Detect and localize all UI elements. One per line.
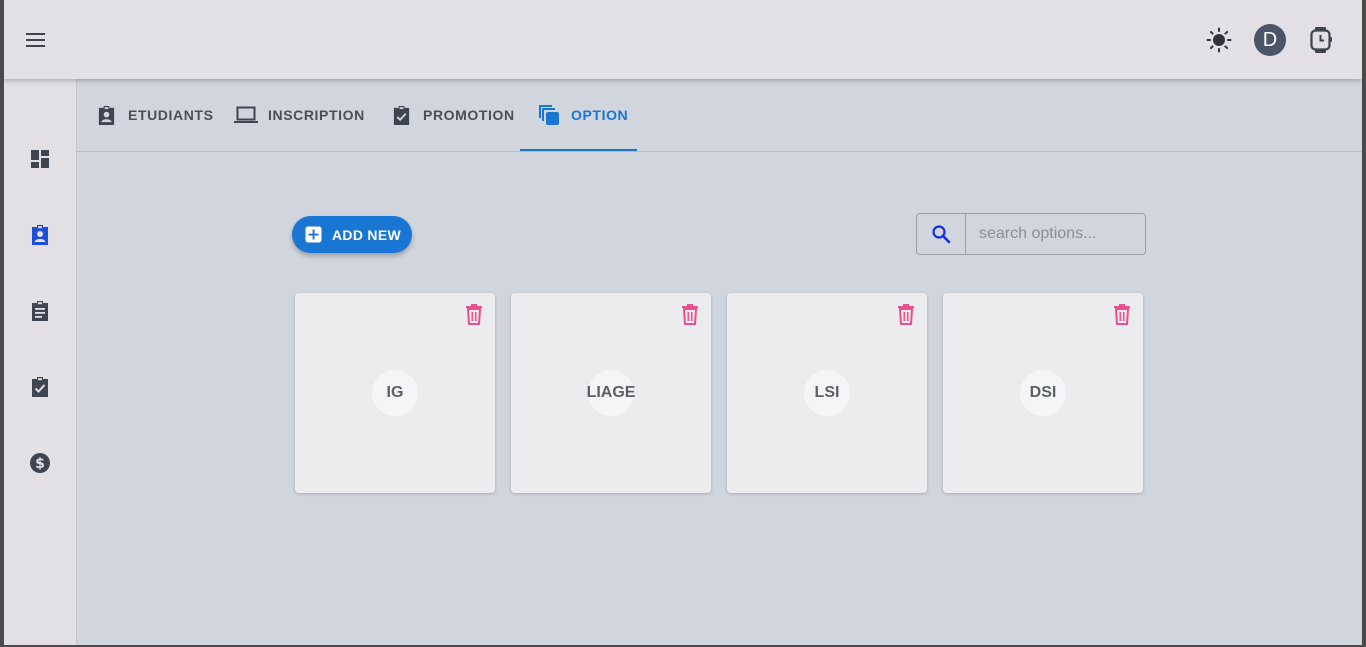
clipboard-check-icon bbox=[32, 377, 48, 397]
delete-icon[interactable] bbox=[895, 302, 917, 326]
search-input[interactable] bbox=[965, 213, 1146, 255]
search-icon bbox=[932, 225, 951, 244]
tab-inscription[interactable]: INSCRIPTION bbox=[234, 79, 365, 151]
option-card[interactable]: DSI bbox=[943, 293, 1143, 493]
delete-icon[interactable] bbox=[1111, 302, 1133, 326]
add-box-icon bbox=[305, 226, 322, 243]
sidebar-item-assignments[interactable] bbox=[26, 297, 54, 325]
watch-icon[interactable] bbox=[1306, 25, 1336, 55]
sidebar-item-dashboard[interactable] bbox=[26, 145, 54, 173]
sun-icon[interactable] bbox=[1204, 26, 1234, 54]
laptop-icon bbox=[234, 103, 258, 127]
tab-indicator bbox=[520, 149, 637, 151]
menu-icon[interactable] bbox=[22, 26, 50, 54]
clipboard-check-icon bbox=[389, 103, 413, 127]
badge-icon bbox=[32, 225, 48, 245]
dashboard-icon bbox=[31, 150, 49, 168]
add-new-button[interactable]: ADD NEW bbox=[292, 216, 412, 253]
option-card[interactable]: IG bbox=[295, 293, 495, 493]
search-box bbox=[916, 213, 1146, 255]
tab-label: OPTION bbox=[571, 107, 629, 123]
sidebar: $ bbox=[4, 79, 77, 645]
option-label: IG bbox=[372, 370, 418, 416]
option-label: DSI bbox=[1020, 370, 1066, 416]
tab-label: ETUDIANTS bbox=[128, 107, 214, 123]
delete-icon[interactable] bbox=[679, 302, 701, 326]
option-label: LIAGE bbox=[587, 370, 635, 416]
option-card[interactable]: LIAGE bbox=[511, 293, 711, 493]
clipboard-icon bbox=[32, 301, 48, 321]
add-new-label: ADD NEW bbox=[332, 226, 401, 243]
sidebar-item-students[interactable] bbox=[26, 221, 54, 249]
tab-bar: ETUDIANTS INSCRIPTION PROMOTION OPTION bbox=[77, 79, 1362, 152]
svg-text:$: $ bbox=[35, 456, 45, 472]
tab-promotion[interactable]: PROMOTION bbox=[389, 79, 515, 151]
library-icon bbox=[537, 103, 561, 127]
dollar-icon: $ bbox=[30, 453, 50, 473]
badge-icon bbox=[94, 103, 118, 127]
option-label: LSI bbox=[804, 370, 850, 416]
option-card[interactable]: LSI bbox=[727, 293, 927, 493]
tab-label: INSCRIPTION bbox=[268, 107, 365, 123]
app-window: D $ ETUDIANTS INSCRIPTION PROMOTION OPTI… bbox=[4, 0, 1362, 645]
tab-label: PROMOTION bbox=[423, 107, 515, 123]
avatar[interactable]: D bbox=[1254, 24, 1286, 56]
tab-option[interactable]: OPTION bbox=[537, 79, 628, 151]
sidebar-item-validations[interactable] bbox=[26, 373, 54, 401]
tab-etudiants[interactable]: ETUDIANTS bbox=[94, 79, 214, 151]
top-app-bar: D bbox=[4, 0, 1362, 79]
delete-icon[interactable] bbox=[463, 302, 485, 326]
search-button[interactable] bbox=[916, 213, 966, 255]
sidebar-item-payments[interactable]: $ bbox=[26, 449, 54, 477]
